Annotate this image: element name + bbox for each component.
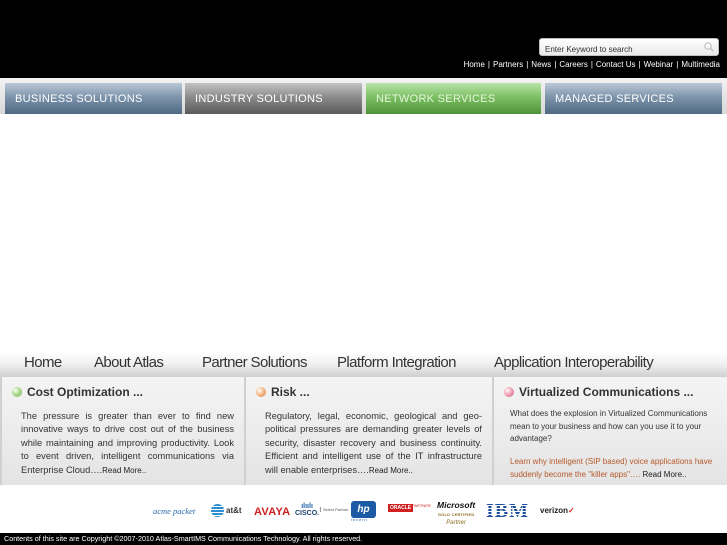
panel-title-text[interactable]: Risk ... bbox=[271, 385, 310, 399]
top-link-separator: | bbox=[590, 60, 593, 69]
panel-body-text: What does the explosion in Virtualized C… bbox=[510, 409, 708, 444]
top-link-contact[interactable]: Contact Us bbox=[596, 60, 636, 70]
microsoft-logo-text: Microsoft bbox=[437, 500, 476, 510]
panel-title-text[interactable]: Virtualized Communications ... bbox=[519, 385, 693, 399]
top-link-separator: | bbox=[487, 60, 490, 69]
hp-logo[interactable]: hp bbox=[351, 501, 376, 518]
bullet-icon bbox=[12, 387, 22, 397]
top-link-webinar[interactable]: Webinar bbox=[644, 60, 674, 70]
read-more-link[interactable]: Read More.. bbox=[102, 466, 146, 475]
copyright-text: Contents of this site are Copyright ©200… bbox=[4, 534, 363, 543]
top-link-separator: | bbox=[638, 60, 641, 69]
oracle-partner-badge: PARTNER bbox=[412, 503, 431, 508]
panel-link[interactable]: Learn why intelligent (SIP based) voice … bbox=[510, 456, 719, 481]
att-globe-icon bbox=[211, 504, 224, 517]
verizon-check-icon: ✓ bbox=[568, 506, 575, 515]
read-more-link[interactable]: Read More.. bbox=[642, 470, 686, 479]
panel-title: Virtualized Communications ... bbox=[504, 385, 693, 399]
top-link-home[interactable]: Home bbox=[464, 60, 485, 70]
site-footer: Contents of this site are Copyright ©200… bbox=[0, 533, 727, 545]
bullet-icon bbox=[504, 387, 514, 397]
tab-industry-solutions[interactable]: Industry Solutions bbox=[185, 83, 362, 114]
ibm-logo[interactable]: IBM bbox=[486, 500, 529, 523]
panel-body: The pressure is greater than ever to fin… bbox=[21, 410, 234, 477]
att-logo[interactable]: at&t bbox=[211, 504, 242, 517]
read-more-link[interactable]: Read More.. bbox=[369, 466, 413, 475]
sub-nav-about-atlas[interactable]: About Atlas bbox=[94, 354, 164, 371]
cisco-partner-badge: Select Partner bbox=[320, 507, 348, 512]
oracle-logo[interactable]: ORACLE bbox=[388, 504, 414, 512]
hero-banner bbox=[0, 114, 727, 352]
sub-nav-application-interoperability[interactable]: Application Interoperability bbox=[494, 354, 654, 371]
panel-title: Cost Optimization ... bbox=[12, 385, 143, 399]
top-link-careers[interactable]: Careers bbox=[559, 60, 587, 70]
top-links: Home | Partners | News | Careers | Conta… bbox=[464, 60, 720, 70]
top-link-multimedia[interactable]: Multimedia bbox=[681, 60, 720, 70]
top-link-partners[interactable]: Partners bbox=[493, 60, 523, 70]
top-link-separator: | bbox=[526, 60, 529, 69]
top-link-separator: | bbox=[676, 60, 679, 69]
acme-packet-logo[interactable]: acme packet bbox=[153, 506, 195, 516]
microsoft-partner-text: Partner bbox=[446, 520, 466, 526]
top-link-separator: | bbox=[554, 60, 557, 69]
att-logo-text: at&t bbox=[226, 506, 242, 515]
verizon-logo-text: verizon bbox=[540, 506, 569, 515]
hp-tagline: invent bbox=[351, 517, 368, 522]
panel-virtualized-communications: Virtualized Communications ... What does… bbox=[494, 377, 727, 485]
search-input[interactable] bbox=[540, 41, 700, 55]
microsoft-gold-partner-logo[interactable]: Microsoft GOLD CERTIFIED Partner bbox=[437, 501, 475, 528]
cisco-logo-text: CISCO. bbox=[295, 510, 320, 517]
panel-title: Risk ... bbox=[256, 385, 310, 399]
search-icon[interactable] bbox=[703, 41, 715, 53]
avaya-logo[interactable]: AVAYA bbox=[254, 506, 290, 518]
tab-network-services[interactable]: Network Services bbox=[366, 83, 541, 114]
bullet-icon bbox=[256, 387, 266, 397]
sub-nav-home[interactable]: Home bbox=[24, 354, 62, 371]
tab-business-solutions[interactable]: Business Solutions bbox=[5, 83, 182, 114]
tab-managed-services[interactable]: Managed Services bbox=[545, 83, 722, 114]
panel-title-text[interactable]: Cost Optimization ... bbox=[27, 385, 143, 399]
sub-nav-platform-integration[interactable]: Platform Integration bbox=[337, 354, 457, 371]
verizon-logo[interactable]: verizon✓ bbox=[540, 506, 575, 515]
sub-nav-partner-solutions[interactable]: Partner Solutions bbox=[202, 354, 307, 371]
panel-risk: Risk ... Regulatory, legal, economic, ge… bbox=[246, 377, 492, 485]
panel-cost-optimization: Cost Optimization ... The pressure is gr… bbox=[2, 377, 244, 485]
top-link-news[interactable]: News bbox=[531, 60, 551, 70]
cisco-bars-icon: ılıılı bbox=[301, 503, 313, 510]
search-box bbox=[539, 38, 719, 56]
microsoft-gold-text: GOLD CERTIFIED bbox=[437, 512, 475, 517]
panel-body: Regulatory, legal, economic, geological … bbox=[265, 410, 482, 477]
cisco-logo[interactable]: ılıılı CISCO. bbox=[295, 503, 319, 517]
